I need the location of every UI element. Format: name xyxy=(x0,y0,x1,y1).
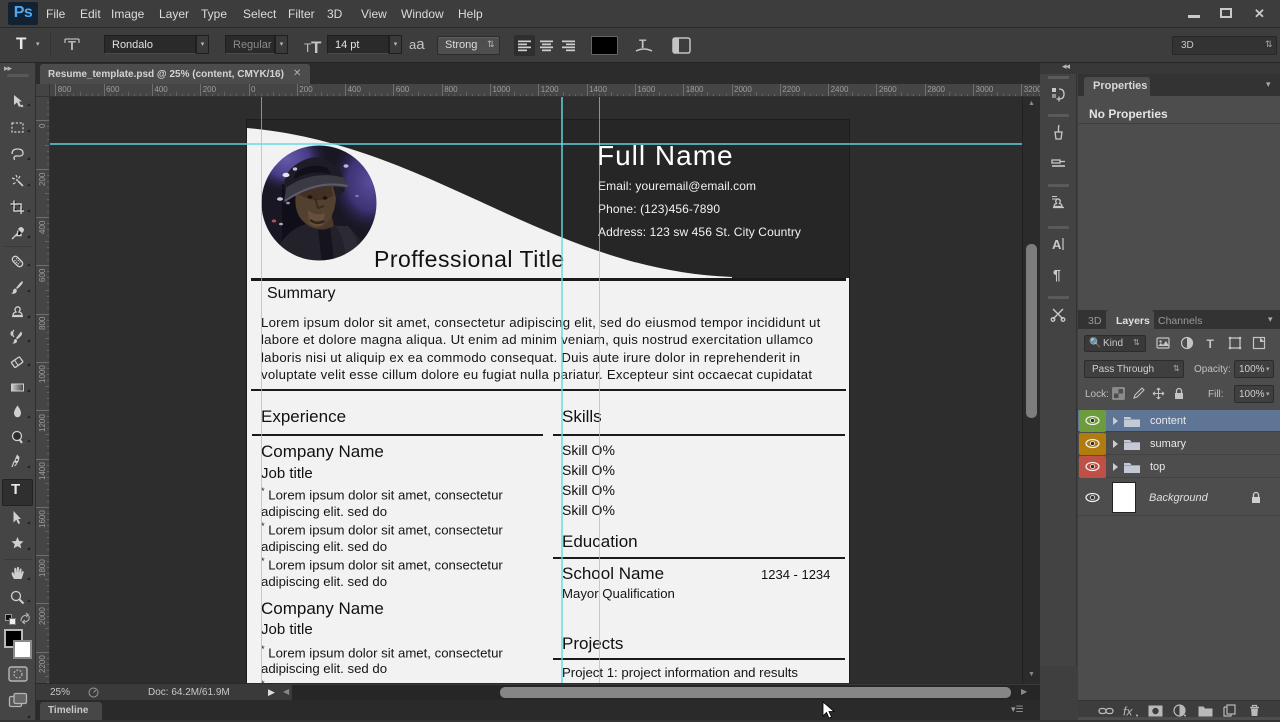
svg-text:T: T xyxy=(311,38,322,56)
svg-text:¶: ¶ xyxy=(1053,267,1061,283)
svg-text:T: T xyxy=(1207,337,1215,350)
svg-text:T: T xyxy=(68,38,76,53)
svg-text:A: A xyxy=(1052,237,1062,252)
svg-text:fx: fx xyxy=(1123,705,1133,717)
